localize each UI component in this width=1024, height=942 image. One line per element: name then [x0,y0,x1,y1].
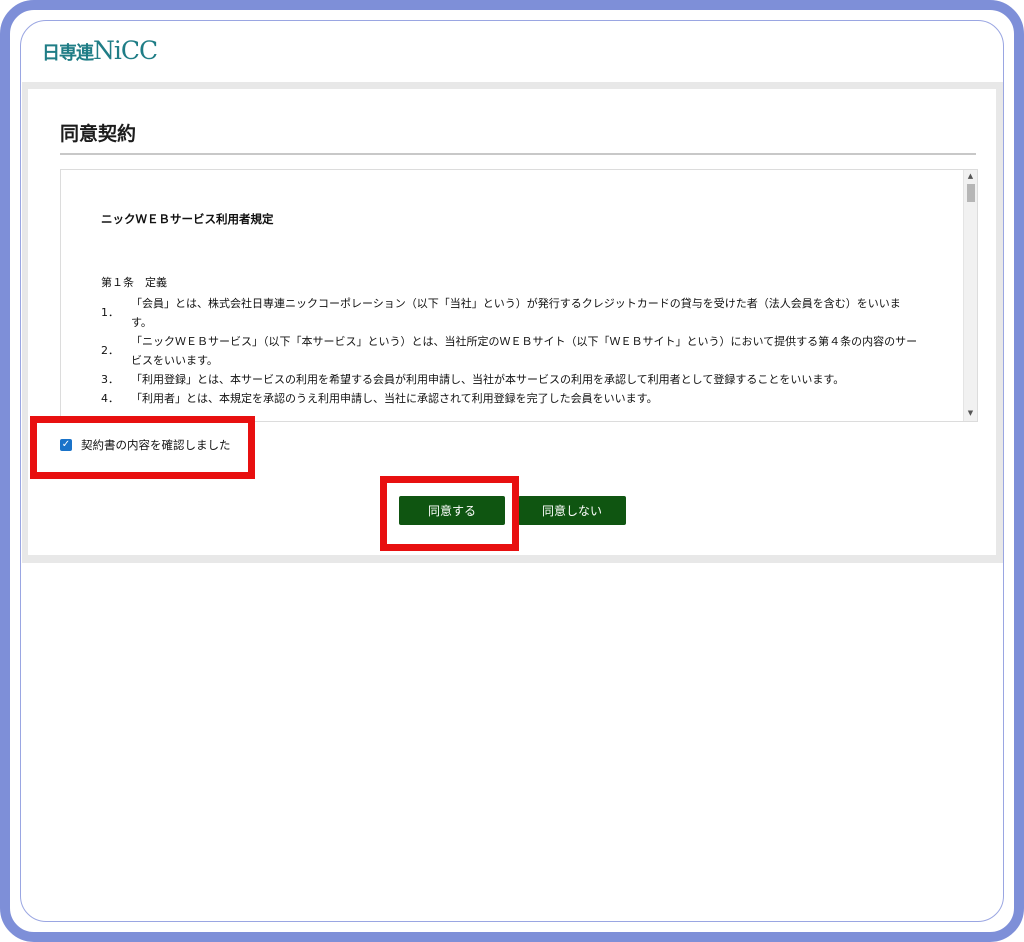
terms-clause: 3． 「利用登録」とは、本サービスの利用を希望する会員が利用申請し、当社が本サー… [101,370,921,389]
terms-clause: 2． 「ニックＷＥＢサービス」（以下「本サービス」という）とは、当社所定のＷＥＢ… [101,332,921,370]
clause-number: 4． [101,392,119,405]
disagree-button[interactable]: 同意しない [518,496,626,525]
scroll-thumb[interactable] [967,184,975,202]
terms-heading: ニックＷＥＢサービス利用者規定 [101,212,274,226]
checkmark-icon: ✓ [61,439,71,450]
clause-number: 2． [101,344,119,357]
scroll-up-arrow-icon[interactable]: ▲ [964,170,977,182]
logo-en-text: NiCC [93,36,158,65]
logo-jp-text: 日専連 [42,43,94,64]
agree-button[interactable]: 同意する [399,496,505,525]
agreement-card: 同意契約 ニックＷＥＢサービス利用者規定 第１条 定義 1． 「会員」とは、株式… [28,89,996,555]
terms-scroll-box[interactable]: ニックＷＥＢサービス利用者規定 第１条 定義 1． 「会員」とは、株式会社日専連… [60,169,978,422]
clause-text: 「ニックＷＥＢサービス」（以下「本サービス」という）とは、当社所定のＷＥＢサイト… [131,335,918,367]
terms-scrollbar[interactable]: ▲ ▼ [963,170,977,421]
clause-text: 「利用者」とは、本規定を承認のうえ利用申請し、当社に承認されて利用登録を完了した… [131,392,658,405]
terms-content: ニックＷＥＢサービス利用者規定 第１条 定義 1． 「会員」とは、株式会社日専連… [101,210,921,408]
title-divider [60,153,976,155]
nicc-logo: 日専連 NiCC [42,36,158,65]
scroll-down-arrow-icon[interactable]: ▼ [964,407,977,419]
confirm-checkbox-row[interactable]: ✓ 契約書の内容を確認しました [60,437,231,453]
terms-clause: 4． 「利用者」とは、本規定を承認のうえ利用申請し、当社に承認されて利用登録を完… [101,389,921,408]
clause-text: 「利用登録」とは、本サービスの利用を希望する会員が利用申請し、当社が本サービスの… [131,373,845,386]
page-title: 同意契約 [60,123,137,145]
agreement-panel: 同意契約 ニックＷＥＢサービス利用者規定 第１条 定義 1． 「会員」とは、株式… [22,82,1003,563]
confirm-checkbox[interactable]: ✓ [60,439,72,451]
article-title: 第１条 定義 [101,276,167,289]
clause-number: 3． [101,373,119,386]
confirm-checkbox-label[interactable]: 契約書の内容を確認しました [81,437,231,453]
clause-text: 「会員」とは、株式会社日専連ニックコーポレーション（以下「当社」という）が発行す… [131,297,901,329]
clause-number: 1． [101,306,119,319]
terms-clause: 1． 「会員」とは、株式会社日専連ニックコーポレーション（以下「当社」という）が… [101,294,921,332]
